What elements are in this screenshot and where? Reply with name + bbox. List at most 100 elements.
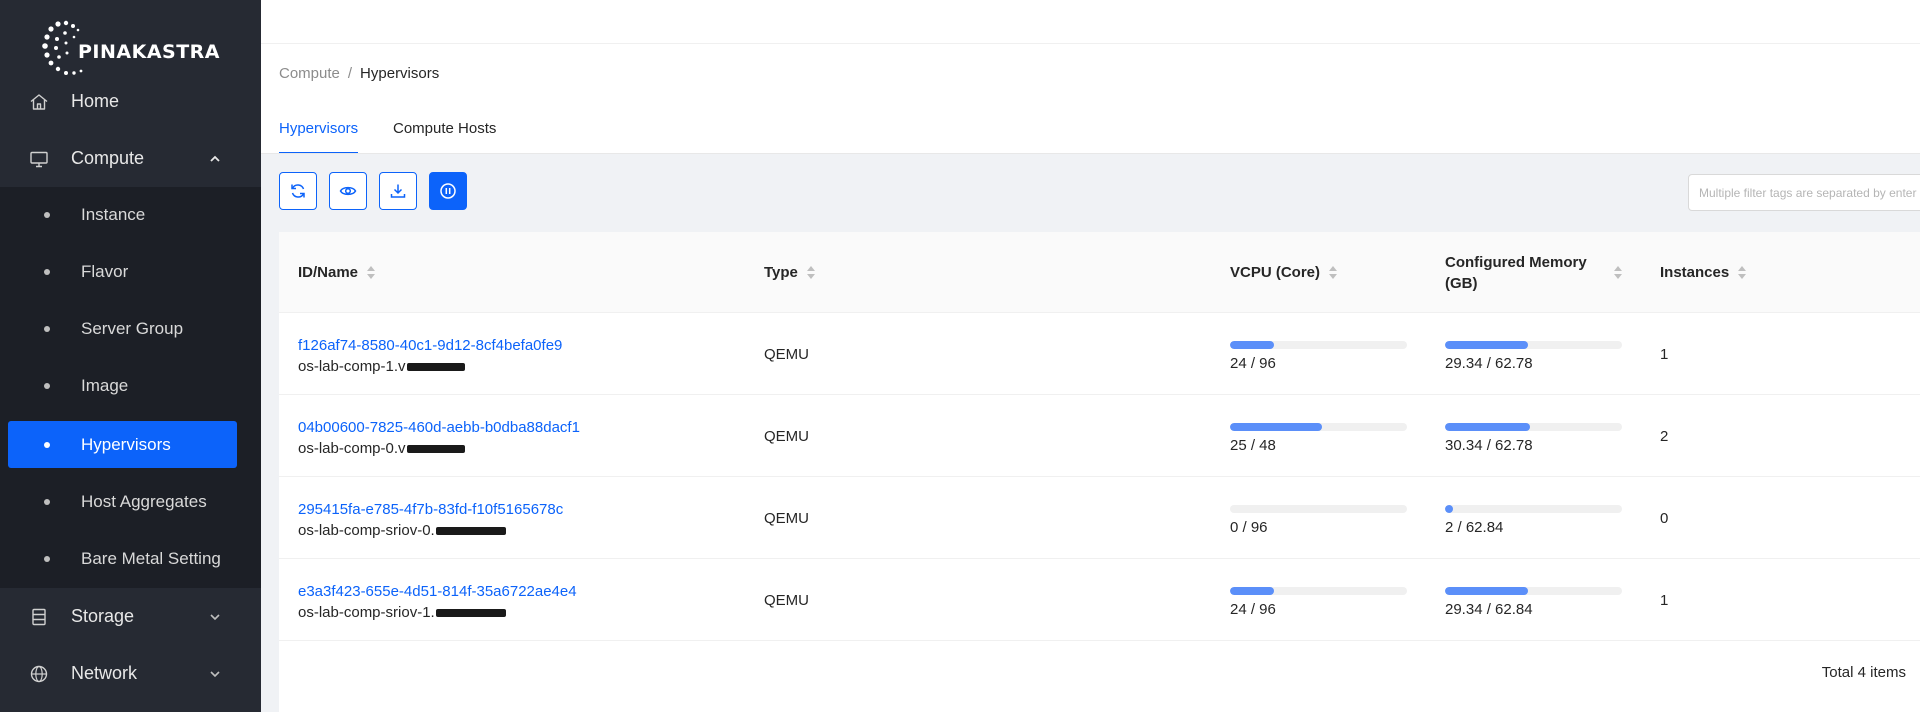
view-button[interactable] bbox=[329, 172, 367, 210]
vcpu-progress-fill bbox=[1230, 423, 1323, 431]
sidebar-item-hypervisors[interactable]: Hypervisors bbox=[8, 421, 237, 468]
sort-icon[interactable] bbox=[1737, 265, 1747, 281]
vcpu-cell: 24 / 96 bbox=[1230, 559, 1407, 641]
bullet-icon bbox=[44, 268, 50, 275]
chevron-down-icon bbox=[210, 670, 220, 677]
tab-compute-hosts[interactable]: Compute Hosts bbox=[393, 104, 496, 154]
column-label: Type bbox=[764, 264, 798, 281]
bullet-icon bbox=[44, 555, 50, 562]
brand-name: PINAKASTRA bbox=[78, 41, 221, 63]
nav-network-label: Network bbox=[71, 663, 138, 683]
column-id-name[interactable]: ID/Name bbox=[298, 232, 376, 313]
id-name-cell: 295415fa-e785-4f7b-83fd-f10f5165678c os-… bbox=[298, 477, 563, 559]
column-label: ID/Name bbox=[298, 264, 359, 281]
breadcrumb: Compute / Hypervisors bbox=[279, 65, 439, 82]
hypervisor-id-link[interactable]: 295415fa-e785-4f7b-83fd-f10f5165678c bbox=[298, 499, 563, 520]
memory-progress-bar bbox=[1445, 505, 1622, 513]
sidebar-item-label: Bare Metal Setting bbox=[81, 548, 221, 568]
sidebar-item-label: Host Aggregates bbox=[81, 491, 207, 511]
eye-icon bbox=[339, 186, 357, 196]
memory-progress-bar bbox=[1445, 423, 1622, 431]
redacted-text bbox=[406, 445, 465, 454]
memory-cell: 30.34 / 62.78 bbox=[1445, 395, 1622, 477]
vcpu-progress-fill bbox=[1230, 341, 1275, 349]
hypervisor-id-link[interactable]: 04b00600-7825-460d-aebb-b0dba88dacf1 bbox=[298, 417, 580, 438]
id-name-cell: f126af74-8580-40c1-9d12-8cf4befa0fe9 os-… bbox=[298, 313, 562, 395]
redacted-text bbox=[406, 363, 465, 372]
memory-progress-fill bbox=[1445, 505, 1453, 513]
vcpu-usage: 24 / 96 bbox=[1230, 355, 1276, 372]
memory-progress-fill bbox=[1445, 423, 1531, 431]
column-configured-memory[interactable]: Configured Memory (GB) bbox=[1445, 232, 1623, 313]
sidebar-item-label: Instance bbox=[81, 204, 146, 224]
sort-icon[interactable] bbox=[366, 265, 376, 281]
hypervisor-name-text: os-lab-comp-sriov-1. bbox=[298, 604, 435, 621]
download-icon bbox=[390, 184, 406, 198]
column-type[interactable]: Type bbox=[764, 232, 816, 313]
vcpu-cell: 0 / 96 bbox=[1230, 477, 1407, 559]
logo[interactable]: PINAKASTRA bbox=[36, 18, 220, 80]
id-name-cell: e3a3f423-655e-4d51-814f-35a6722ae4e4 os-… bbox=[298, 559, 577, 641]
memory-usage: 29.34 / 62.84 bbox=[1445, 601, 1533, 618]
refresh-button[interactable] bbox=[279, 172, 317, 210]
sidebar-item-label: Image bbox=[81, 375, 129, 395]
memory-cell: 29.34 / 62.78 bbox=[1445, 313, 1622, 395]
hypervisor-name: os-lab-comp-sriov-0. bbox=[298, 520, 563, 541]
memory-progress-bar bbox=[1445, 341, 1622, 349]
nav-compute-label: Compute bbox=[71, 148, 145, 168]
table-row: e3a3f423-655e-4d51-814f-35a6722ae4e4 os-… bbox=[279, 559, 1920, 641]
instances-cell: 1 bbox=[1660, 345, 1669, 363]
id-name-cell: 04b00600-7825-460d-aebb-b0dba88dacf1 os-… bbox=[298, 395, 580, 477]
sidebar-item-instance[interactable]: Instance bbox=[8, 191, 237, 238]
instances-cell: 1 bbox=[1660, 591, 1669, 609]
hypervisor-name: os-lab-comp-1.v bbox=[298, 356, 562, 377]
memory-progress-fill bbox=[1445, 587, 1528, 595]
nav-home[interactable]: Home bbox=[0, 73, 261, 130]
total-count: Total 4 items bbox=[1821, 664, 1906, 681]
vcpu-progress-fill bbox=[1230, 587, 1275, 595]
vcpu-progress-bar bbox=[1230, 423, 1407, 431]
breadcrumb-current: Hypervisors bbox=[360, 65, 440, 82]
table-row: 295415fa-e785-4f7b-83fd-f10f5165678c os-… bbox=[279, 477, 1920, 559]
hypervisor-name-text: os-lab-comp-0.v bbox=[298, 440, 406, 457]
table-row: f126af74-8580-40c1-9d12-8cf4befa0fe9 os-… bbox=[279, 313, 1920, 395]
compute-submenu: Instance Flavor Server Group Image Hyper… bbox=[0, 187, 261, 588]
nav-network[interactable]: Network bbox=[0, 645, 261, 702]
breadcrumb-separator: / bbox=[347, 65, 353, 82]
sidebar-item-host-aggregates[interactable]: Host Aggregates bbox=[8, 478, 237, 525]
chevron-up-icon bbox=[210, 155, 220, 162]
sidebar-item-server-group[interactable]: Server Group bbox=[8, 305, 237, 352]
bullet-icon bbox=[44, 498, 50, 505]
pause-button[interactable] bbox=[429, 172, 467, 210]
tabs-divider bbox=[261, 153, 1920, 154]
download-button[interactable] bbox=[379, 172, 417, 210]
nav-storage-label: Storage bbox=[71, 606, 135, 626]
sidebar-item-flavor[interactable]: Flavor bbox=[8, 248, 237, 295]
bullet-icon bbox=[44, 441, 50, 448]
hypervisor-name: os-lab-comp-sriov-1. bbox=[298, 602, 577, 623]
memory-usage: 2 / 62.84 bbox=[1445, 519, 1504, 536]
sort-icon[interactable] bbox=[806, 265, 816, 281]
search-input[interactable] bbox=[1688, 174, 1920, 211]
type-cell: QEMU bbox=[764, 427, 809, 445]
pause-icon bbox=[440, 183, 456, 199]
column-vcpu[interactable]: VCPU (Core) bbox=[1230, 232, 1338, 313]
vcpu-progress-bar bbox=[1230, 505, 1407, 513]
column-label: Instances bbox=[1660, 264, 1730, 281]
bullet-icon bbox=[44, 325, 50, 332]
memory-cell: 29.34 / 62.84 bbox=[1445, 559, 1622, 641]
sort-icon[interactable] bbox=[1613, 265, 1623, 281]
nav-storage[interactable]: Storage bbox=[0, 588, 261, 645]
nav-compute[interactable]: Compute bbox=[0, 130, 261, 187]
column-instances[interactable]: Instances bbox=[1660, 232, 1747, 313]
breadcrumb-compute[interactable]: Compute bbox=[279, 65, 340, 82]
sidebar-item-bare-metal-setting[interactable]: Bare Metal Setting bbox=[8, 535, 237, 582]
tab-hypervisors[interactable]: Hypervisors bbox=[279, 104, 359, 154]
hypervisor-id-link[interactable]: f126af74-8580-40c1-9d12-8cf4befa0fe9 bbox=[298, 335, 562, 356]
hypervisor-id-link[interactable]: e3a3f423-655e-4d51-814f-35a6722ae4e4 bbox=[298, 581, 577, 602]
sidebar-item-image[interactable]: Image bbox=[8, 362, 237, 409]
sidebar-item-label: Flavor bbox=[81, 261, 129, 281]
vcpu-cell: 25 / 48 bbox=[1230, 395, 1407, 477]
vcpu-usage: 0 / 96 bbox=[1230, 519, 1268, 536]
sort-icon[interactable] bbox=[1328, 265, 1338, 281]
